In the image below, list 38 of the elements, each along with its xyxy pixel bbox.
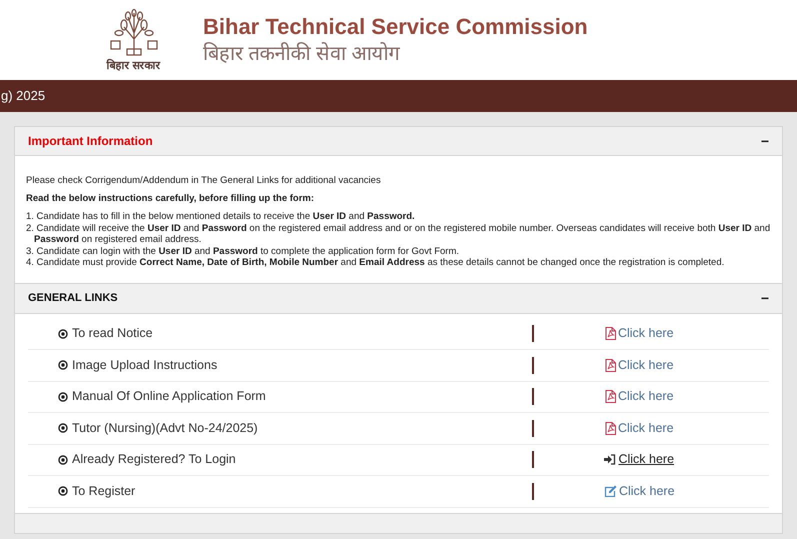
circle-dot-icon [58, 360, 68, 370]
pdf-file-icon [604, 327, 616, 340]
sign-in-icon [604, 454, 616, 466]
link-label: Already Registered? To Login [72, 451, 236, 468]
link-label: Image Upload Instructions [72, 356, 218, 374]
circle-dot-icon [58, 328, 68, 339]
circle-dot-icon [58, 392, 68, 402]
click-here-link[interactable]: Click here [604, 356, 674, 375]
pdf-file-icon [604, 358, 616, 372]
instruction-item: 4. Candidate must provide Correct Name, Date of Birth, Mobile Number and Email Address as these details cannot be changed once the registration is completed. [26, 257, 726, 268]
click-here-link[interactable]: Click here [604, 482, 675, 501]
circle-dot-icon [58, 454, 68, 465]
click-here-link[interactable]: Click here [604, 418, 674, 438]
circle-dot-icon [58, 423, 68, 434]
link-label: To Register [72, 482, 136, 500]
link-label: Tutor (Nursing)(Advt No-24/2025) [72, 420, 258, 437]
link-label: Manual Of Online Application Form [72, 388, 266, 406]
collapse-button[interactable]: − [760, 291, 769, 305]
site-title: Bihar Technical Service Commission [203, 13, 588, 41]
panel-title: GENERAL LINKS [28, 290, 118, 306]
pdf-file-icon [604, 422, 616, 435]
click-here-link[interactable]: Click here [604, 450, 674, 470]
instruction-item: 2. Candidate will receive the User ID and Password on the registered email address and or on the registered mobile number. Overseas candidates will receive both User ID and Password on registered email address. [26, 222, 771, 246]
edit-icon [604, 485, 617, 498]
notice-text: Please check Corrigendum/Addendum in The General Links for additional vacancies [26, 175, 382, 187]
pdf-file-icon [604, 390, 616, 404]
collapse-button[interactable]: − [760, 134, 769, 148]
click-here-link[interactable]: Click here [604, 387, 674, 406]
circle-dot-icon [58, 486, 68, 496]
link-label: To read Notice [72, 325, 153, 342]
panel-title: Important Information [28, 133, 153, 150]
logo-caption: बिहार सरकार [106, 60, 161, 72]
banner-text: g) 2025 [1, 87, 46, 106]
instruction-item: 3. Candidate can login with the User ID and Password to complete the application form for Govt Form. [26, 246, 460, 257]
click-here-link[interactable]: Click here [604, 324, 674, 344]
site-subtitle: बिहार तकनीकी सेवा आयोग [203, 41, 401, 67]
instruction-item: 1. Candidate has to fill in the below mentioned details to receive the User ID and Password. [26, 211, 416, 222]
instructions-lead: Read the below instructions carefully, before filling up the form: [26, 193, 316, 205]
